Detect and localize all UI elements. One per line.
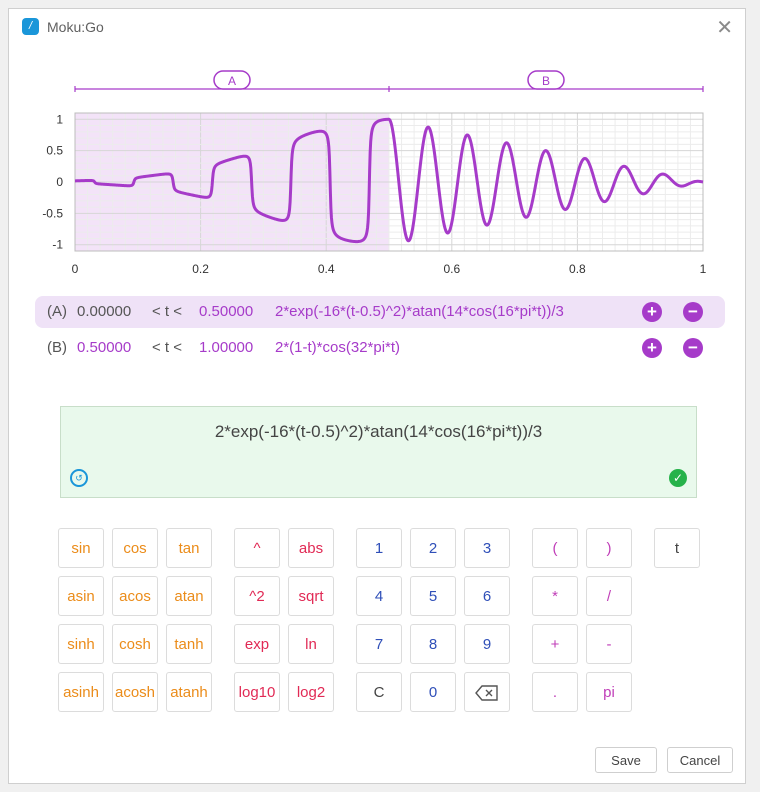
key-sqrt[interactable]: sqrt [288, 576, 334, 616]
segment-end[interactable]: 1.00000 [199, 339, 253, 356]
key-asin[interactable]: asin [58, 576, 104, 616]
segment-op: < t < [152, 339, 183, 356]
segment-marker-b[interactable]: B [527, 70, 565, 90]
segment-marker-a[interactable]: A [213, 70, 251, 90]
key-acos[interactable]: acos [112, 576, 158, 616]
valid-check-icon: ✓ [669, 469, 687, 487]
x-tick-label: 0.4 [318, 262, 335, 276]
key-minus[interactable]: - [586, 624, 632, 664]
segment-start[interactable]: 0.00000 [77, 303, 131, 320]
key-abs[interactable]: abs [288, 528, 334, 568]
key-8[interactable]: 8 [410, 624, 456, 664]
y-tick-label: 0 [56, 175, 63, 189]
key-asinh[interactable]: asinh [58, 672, 104, 712]
expression-editor[interactable]: 2*exp(-16*(t-0.5)^2)*atan(14*cos(16*pi*t… [60, 406, 697, 498]
backspace-key[interactable] [464, 672, 510, 712]
segment-expression[interactable]: 2*exp(-16*(t-0.5)^2)*atan(14*cos(16*pi*t… [275, 303, 564, 320]
key-cos[interactable]: cos [112, 528, 158, 568]
key-atan[interactable]: atan [166, 576, 212, 616]
segment-op: < t < [152, 303, 183, 320]
save-button[interactable]: Save [595, 747, 657, 773]
key-2[interactable]: 2 [410, 528, 456, 568]
segment-end[interactable]: 0.50000 [199, 303, 253, 320]
y-tick-label: 0.5 [46, 144, 63, 158]
key-9[interactable]: 9 [464, 624, 510, 664]
key-sinh[interactable]: sinh [58, 624, 104, 664]
x-tick-label: 0.2 [192, 262, 209, 276]
key-multiply[interactable]: * [532, 576, 578, 616]
expression-text[interactable]: 2*exp(-16*(t-0.5)^2)*atan(14*cos(16*pi*t… [61, 422, 696, 442]
key-log2[interactable]: log2 [288, 672, 334, 712]
backspace-icon [475, 685, 498, 701]
key-close-paren[interactable]: ) [586, 528, 632, 568]
key-7[interactable]: 7 [356, 624, 402, 664]
add-segment-icon[interactable]: + [642, 338, 662, 358]
cancel-button[interactable]: Cancel [667, 747, 733, 773]
key-divide[interactable]: / [586, 576, 632, 616]
key-tan[interactable]: tan [166, 528, 212, 568]
segment-label: (A) [47, 303, 67, 320]
key-open-paren[interactable]: ( [532, 528, 578, 568]
key-sin[interactable]: sin [58, 528, 104, 568]
remove-segment-icon[interactable]: − [683, 302, 703, 322]
add-segment-icon[interactable]: + [642, 302, 662, 322]
x-tick-label: 0 [72, 262, 79, 276]
key-power[interactable]: ^ [234, 528, 280, 568]
key-3[interactable]: 3 [464, 528, 510, 568]
y-tick-label: 1 [56, 112, 63, 126]
key-log10[interactable]: log10 [234, 672, 280, 712]
history-icon[interactable]: ↺ [70, 469, 88, 487]
segment-label: (B) [47, 339, 67, 356]
key-square[interactable]: ^2 [234, 576, 280, 616]
key-exp[interactable]: exp [234, 624, 280, 664]
key-atanh[interactable]: atanh [166, 672, 212, 712]
key-plus[interactable]: + [532, 624, 578, 664]
segment-row-a[interactable]: (A) 0.00000 < t < 0.50000 2*exp(-16*(t-0… [35, 296, 725, 328]
key-4[interactable]: 4 [356, 576, 402, 616]
remove-segment-icon[interactable]: − [683, 338, 703, 358]
key-pi[interactable]: pi [586, 672, 632, 712]
key-decimal[interactable]: . [532, 672, 578, 712]
x-tick-label: 1 [700, 262, 707, 276]
x-tick-label: 0.8 [569, 262, 586, 276]
segment-expression[interactable]: 2*(1-t)*cos(32*pi*t) [275, 339, 400, 356]
key-tanh[interactable]: tanh [166, 624, 212, 664]
dialog-window: / Moku:Go ✕ 0 0.2 0.4 0.6 0.8 1 1 0.5 0 -0.5 -1 A B … [8, 8, 746, 784]
y-tick-label: -0.5 [42, 206, 63, 220]
segment-start[interactable]: 0.50000 [77, 339, 131, 356]
x-tick-label: 0.6 [443, 262, 460, 276]
segment-marker-label: B [542, 74, 550, 88]
key-cosh[interactable]: cosh [112, 624, 158, 664]
key-acosh[interactable]: acosh [112, 672, 158, 712]
y-tick-label: -1 [52, 238, 63, 252]
key-clear[interactable]: C [356, 672, 402, 712]
key-6[interactable]: 6 [464, 576, 510, 616]
segment-marker-label: A [228, 74, 236, 88]
key-5[interactable]: 5 [410, 576, 456, 616]
key-1[interactable]: 1 [356, 528, 402, 568]
key-t[interactable]: t [654, 528, 700, 568]
segment-row-b[interactable]: (B) 0.50000 < t < 1.00000 2*(1-t)*cos(32… [35, 332, 725, 364]
key-0[interactable]: 0 [410, 672, 456, 712]
waveform-chart: 0 0.2 0.4 0.6 0.8 1 1 0.5 0 -0.5 -1 A B [42, 70, 707, 276]
key-ln[interactable]: ln [288, 624, 334, 664]
